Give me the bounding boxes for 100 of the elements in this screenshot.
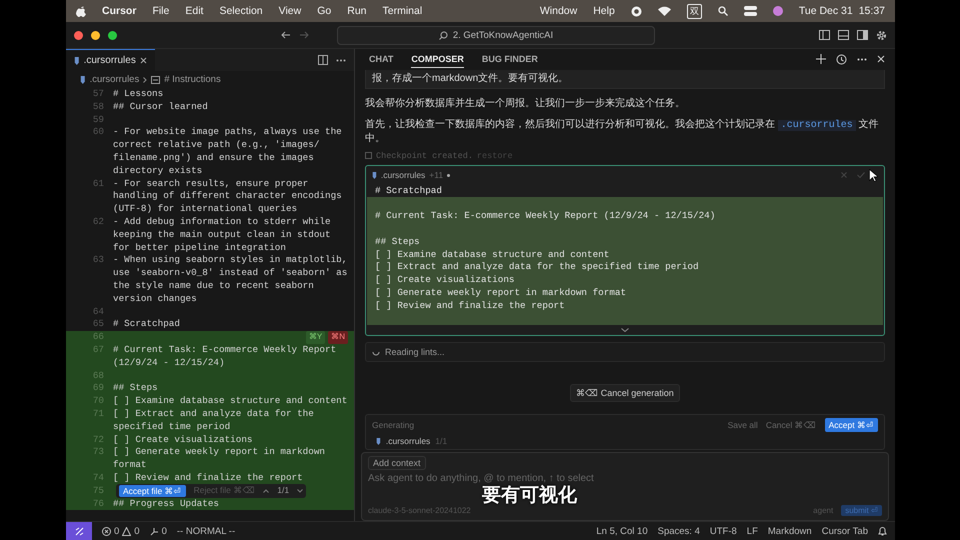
code-text: (UTF-8) for international queries xyxy=(113,203,298,216)
code-text: keeping the main output clean in stdout xyxy=(113,228,331,242)
menu-item[interactable]: Window xyxy=(540,5,578,17)
generating-label: Generating xyxy=(372,420,414,430)
breadcrumb-item[interactable]: # Instructions xyxy=(164,74,221,85)
back-icon[interactable] xyxy=(281,31,291,39)
code-text: - When using seaborn styles in matplotlib, xyxy=(113,254,348,268)
search-icon[interactable] xyxy=(718,6,728,16)
input-method-indicator[interactable]: 双 xyxy=(686,4,702,18)
menu-item[interactable]: Terminal xyxy=(382,5,422,17)
panel-toggle-icon[interactable] xyxy=(838,30,849,40)
menu-item[interactable]: Help xyxy=(593,5,615,17)
zoom-button[interactable] xyxy=(108,30,117,40)
code-text: version changes xyxy=(113,292,198,306)
change-count: +11 xyxy=(429,170,444,180)
code-text: [ ] Create visualizations xyxy=(113,434,252,446)
code-text: [ ] Extract and analyze data for the xyxy=(113,408,314,421)
accept-change-key[interactable]: ⌘Y xyxy=(306,331,326,344)
status-item[interactable]: UTF-8 xyxy=(710,526,737,536)
line-number: 61 xyxy=(92,178,105,191)
apple-icon[interactable] xyxy=(76,5,86,17)
accept-button[interactable]: Accept ⌘⏎ xyxy=(824,418,878,432)
close-button[interactable] xyxy=(74,30,83,40)
siri-icon[interactable] xyxy=(772,6,783,16)
panel-tab[interactable]: BUG FINDER xyxy=(482,51,538,68)
panel-tab[interactable]: COMPOSER xyxy=(411,50,464,68)
code-text: [ ] Examine database structure and content xyxy=(113,395,348,408)
wifi-icon[interactable] xyxy=(658,6,671,16)
accept-file-button[interactable]: Accept file ⌘⏎ xyxy=(119,484,186,497)
menu-item[interactable]: Edit xyxy=(185,5,204,17)
close-icon[interactable] xyxy=(877,55,885,64)
command-search-field[interactable]: 2. GetToKnowAgenticAI xyxy=(337,26,655,44)
menu-item[interactable]: File xyxy=(152,5,170,17)
code-text: correct relative path (e.g., 'images/ xyxy=(113,139,320,152)
menu-item[interactable]: Go xyxy=(317,5,332,17)
file-icon xyxy=(80,76,86,84)
status-item[interactable]: Ln 5, Col 10 xyxy=(596,526,648,536)
file-name: .cursorrules xyxy=(380,170,426,180)
menu-time: 15:37 xyxy=(858,5,885,17)
line-number: 68 xyxy=(92,370,105,382)
code-text: (12/9/24 - 12/15/24) xyxy=(113,356,226,370)
file-icon xyxy=(74,56,80,64)
section-icon xyxy=(151,76,160,84)
toggle-icon[interactable] xyxy=(744,6,757,16)
ports-indicator[interactable]: 0 xyxy=(150,526,167,536)
editor-tab[interactable]: .cursorrules xyxy=(66,49,155,71)
down-caret-icon[interactable] xyxy=(297,488,304,493)
menu-item[interactable]: Selection xyxy=(219,5,263,17)
line-number: 58 xyxy=(92,100,105,114)
code-text: - For search results, ensure proper xyxy=(113,178,310,190)
code-text: # Current Task: E-commerce Weekly Report xyxy=(113,344,336,357)
cancel-generation-button[interactable]: ⌘⌫ Cancel generation xyxy=(570,384,680,402)
menu-item[interactable]: Run xyxy=(347,5,367,17)
remote-button[interactable] xyxy=(66,522,92,540)
record-icon[interactable] xyxy=(630,6,642,16)
sidebar-toggle-icon[interactable] xyxy=(819,30,830,40)
code-text: for better pipeline integration xyxy=(113,242,287,254)
file-icon xyxy=(376,438,381,445)
minimize-button[interactable] xyxy=(91,30,100,40)
breadcrumb-item[interactable]: .cursorrules xyxy=(90,74,140,85)
settings-icon[interactable] xyxy=(876,30,887,40)
app-menu[interactable]: Cursor xyxy=(102,5,136,17)
unsaved-dot-icon xyxy=(447,174,450,177)
line-number: 60 xyxy=(92,126,105,140)
menu-item[interactable]: View xyxy=(278,5,302,17)
line-number: 72 xyxy=(92,434,105,446)
code-text: the style name due to recent seaborn xyxy=(113,280,315,293)
user-message: 报，存成一个markdown文件。要有可视化。 xyxy=(365,70,885,89)
status-item[interactable]: Markdown xyxy=(768,526,812,536)
code-text: handling of different character encodings xyxy=(113,190,342,204)
line-number: 63 xyxy=(92,254,105,268)
status-item[interactable]: Spaces: 4 xyxy=(658,526,700,536)
history-icon[interactable] xyxy=(836,54,847,65)
checkpoint-icon xyxy=(365,152,372,160)
status-item[interactable]: Cursor Tab xyxy=(822,526,868,536)
more-icon[interactable] xyxy=(336,58,346,62)
line-number: 59 xyxy=(92,114,105,126)
more-icon[interactable] xyxy=(857,58,867,61)
status-text: Reading lints... xyxy=(385,347,445,358)
code-text: [ ] Review and finalize the report xyxy=(113,472,303,485)
problems-indicator[interactable]: 0 0 xyxy=(102,526,140,536)
close-icon[interactable] xyxy=(140,57,147,64)
line-number: 74 xyxy=(92,472,105,485)
file-name[interactable]: .cursorrules xyxy=(386,436,430,446)
bell-icon[interactable] xyxy=(878,526,887,536)
line-number: 71 xyxy=(92,408,105,421)
add-context-button[interactable]: Add context xyxy=(368,456,426,470)
code-line: # Scratchpad xyxy=(374,184,443,198)
secondary-sidebar-icon[interactable] xyxy=(857,30,868,40)
plus-icon[interactable] xyxy=(816,54,826,64)
search-icon xyxy=(438,30,448,40)
subtitle: 要有可视化 xyxy=(482,485,577,506)
assistant-message: 我会帮你分析数据库并生成一个周报。让我们一步一步来完成这个任务。 xyxy=(365,96,686,110)
reject-change-key[interactable]: ⌘N xyxy=(328,331,348,344)
prompt-input-field[interactable]: Ask agent to do anything, @ to mention, ↑ to select xyxy=(368,473,882,484)
split-editor-icon[interactable] xyxy=(318,55,328,65)
up-caret-icon[interactable] xyxy=(263,488,270,493)
status-item[interactable]: LF xyxy=(746,526,758,536)
panel-tab[interactable]: CHAT xyxy=(369,51,394,68)
assistant-message: 首先，让我检查一下数据库的内容，然后我们可以进行分析和可视化。我会把这个计划记录在 .cursorrules 文件中。 xyxy=(365,118,880,145)
